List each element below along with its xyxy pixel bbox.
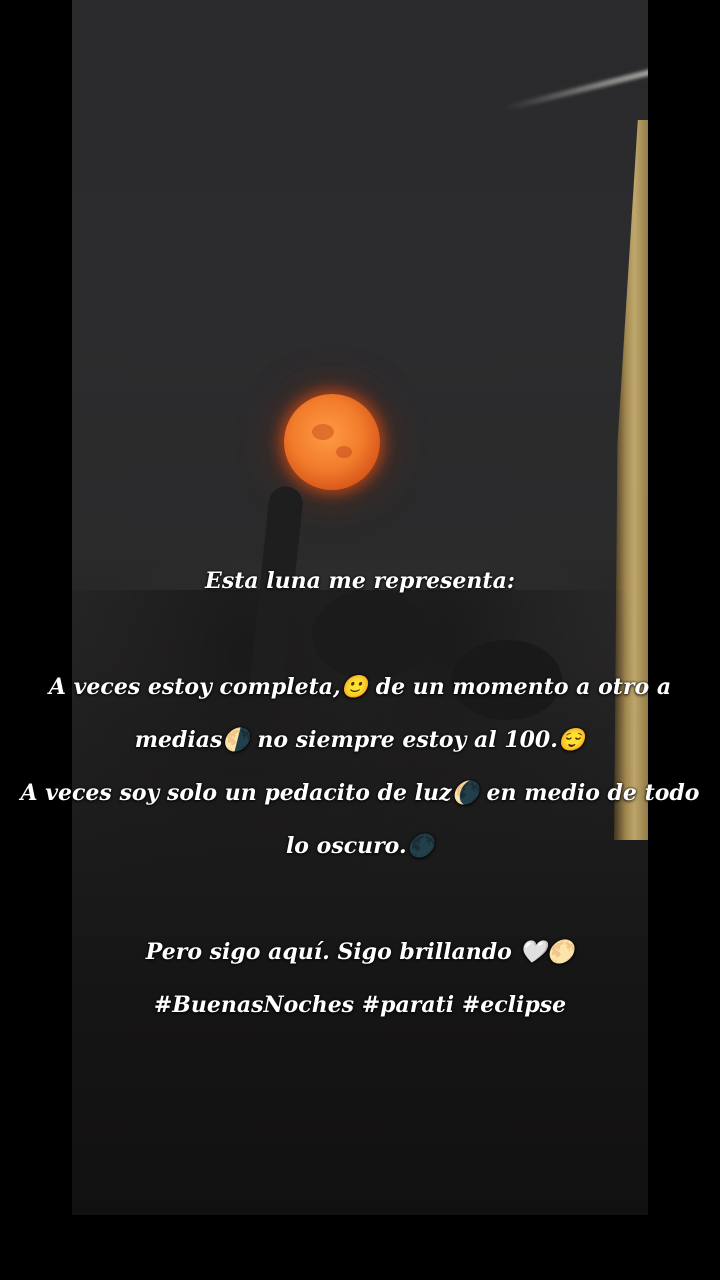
red-moon [284, 394, 380, 490]
moon-crater [336, 446, 352, 458]
hashtags: #BuenasNoches #parati #eclipse [153, 992, 567, 1018]
caption-line: medias🌗 no siempre estoy al 100.😌 [134, 727, 586, 753]
caption-text: Esta luna me representa: A veces estoy c… [20, 555, 700, 1032]
caption-line: lo oscuro.🌑 [285, 833, 435, 859]
moon-crater [312, 424, 334, 440]
caption-line: A veces soy solo un pedacito de luz🌘 en … [20, 780, 700, 806]
light-streak [503, 64, 648, 112]
caption-line: Esta luna me representa: [205, 568, 515, 594]
caption-line: A veces estoy completa,🙂 de un momento a… [48, 674, 672, 700]
caption-line: Pero sigo aquí. Sigo brillando 🤍🌕 [145, 939, 575, 965]
